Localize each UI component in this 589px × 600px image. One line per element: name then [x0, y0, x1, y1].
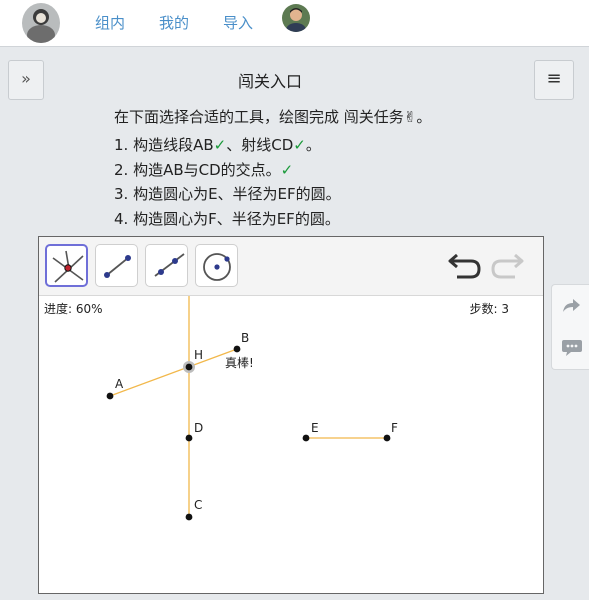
- user-avatar[interactable]: [282, 4, 310, 32]
- point-f[interactable]: [383, 434, 391, 442]
- side-action-panel: [551, 284, 589, 370]
- label-e: E: [311, 421, 319, 435]
- nav-link-import[interactable]: 导入: [223, 12, 253, 33]
- task-item: 1. 构造线段AB✓、射线CD✓。: [114, 136, 321, 154]
- point-e[interactable]: [302, 434, 310, 442]
- label-f: F: [391, 421, 398, 435]
- label-a: A: [115, 377, 124, 391]
- check-icon: ✓: [293, 136, 306, 154]
- geometry-canvas[interactable]: 进度: 60% 步数: 3 A B H D C E F 真棒!: [38, 236, 544, 594]
- point-b[interactable]: [233, 345, 241, 353]
- menu-button[interactable]: ≡: [534, 60, 574, 100]
- check-icon: ✓: [280, 160, 294, 179]
- label-d: D: [194, 421, 203, 435]
- nav-link-group[interactable]: 组内: [95, 12, 125, 33]
- site-logo[interactable]: [22, 3, 60, 43]
- point-h[interactable]: [185, 363, 193, 371]
- top-nav-bar: 组内 我的 导入: [0, 0, 589, 47]
- task-item: 3. 构造圆心为E、半径为EF的圆。: [114, 185, 341, 203]
- task-list: 1. 构造线段AB✓、射线CD✓。 2. 构造AB与CD的交点。✓ 3. 构造圆…: [114, 133, 341, 231]
- comment-icon[interactable]: [561, 336, 583, 358]
- page-title: 闯关入口: [237, 72, 302, 91]
- feedback-text: 真棒!: [225, 356, 254, 370]
- point-c[interactable]: [185, 513, 193, 521]
- task-intro: 在下面选择合适的工具，绘图完成 闯关任务✌。: [114, 108, 432, 126]
- point-a[interactable]: [106, 392, 114, 400]
- task-item: 4. 构造圆心为F、半径为EF的圆。: [114, 209, 340, 228]
- drawing-area[interactable]: A B H D C E F 真棒!: [39, 237, 543, 593]
- nav-link-mine[interactable]: 我的: [159, 12, 189, 33]
- point-d[interactable]: [185, 434, 193, 442]
- segment-ab[interactable]: [109, 348, 238, 397]
- label-c: C: [194, 498, 202, 512]
- label-b: B: [241, 331, 249, 345]
- task-item: 2. 构造AB与CD的交点。✓: [114, 160, 294, 179]
- label-h: H: [194, 348, 203, 362]
- check-icon: ✓: [213, 136, 227, 154]
- share-icon[interactable]: [561, 294, 583, 316]
